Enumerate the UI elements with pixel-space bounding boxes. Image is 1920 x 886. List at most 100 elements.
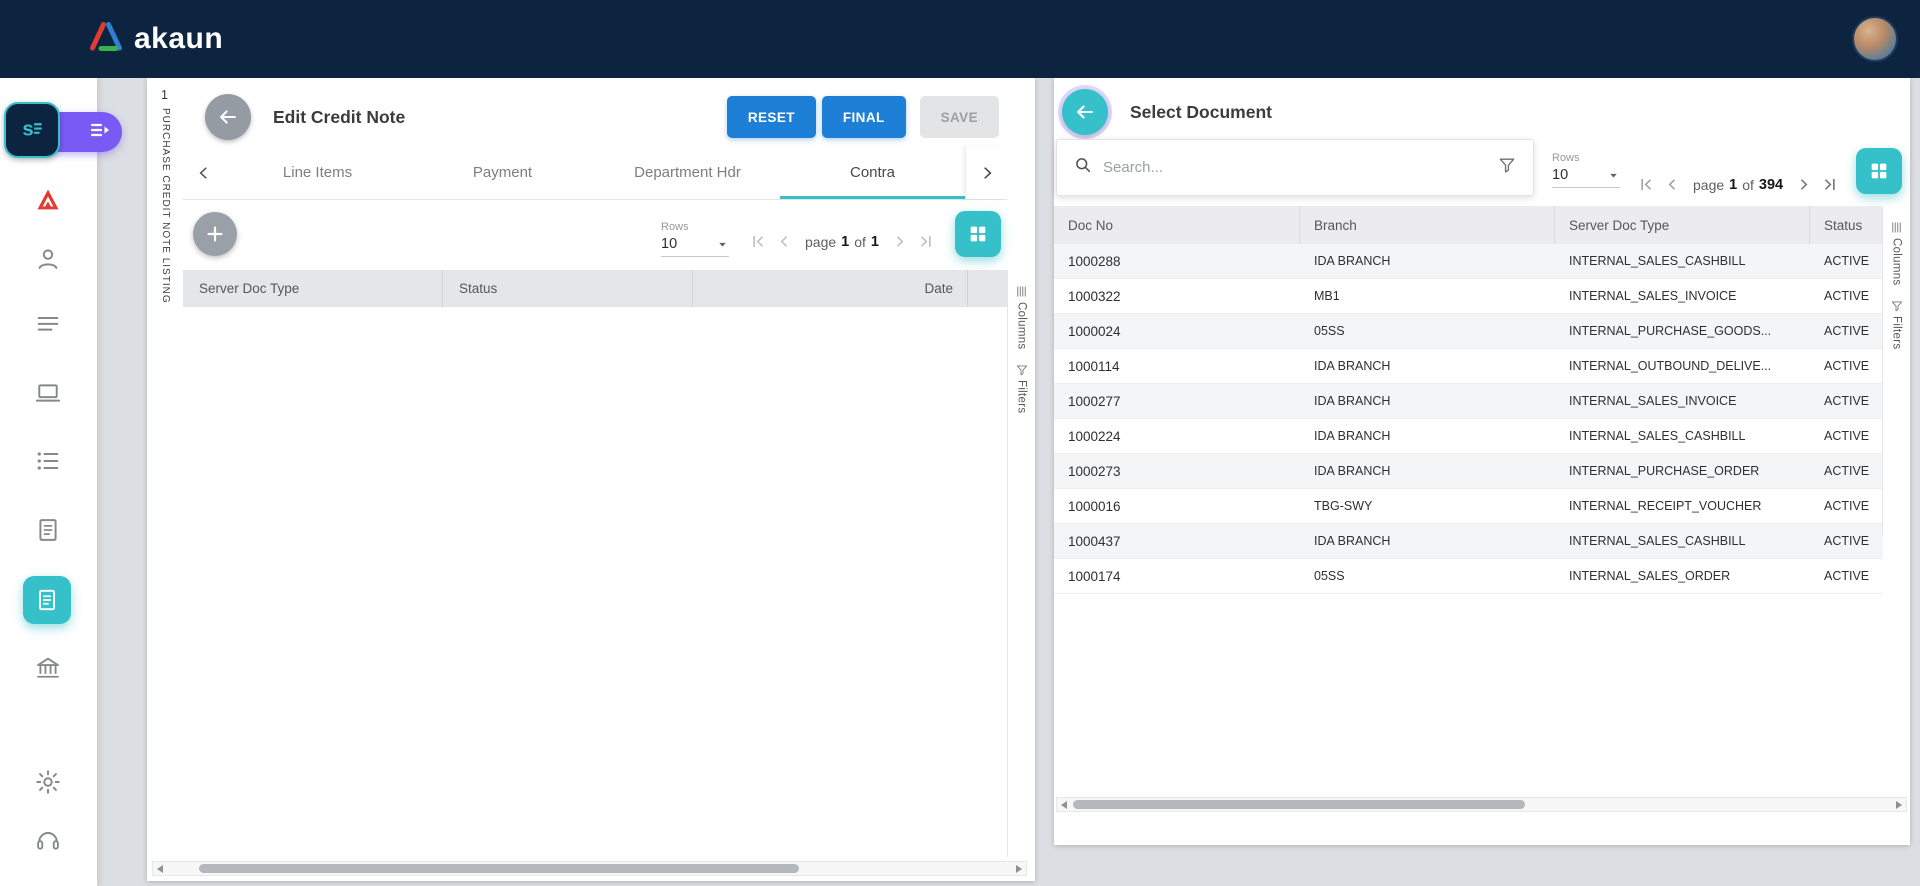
first-page-button[interactable]	[749, 232, 768, 251]
cell-doc-no: 1000224	[1054, 419, 1300, 453]
next-page-button[interactable]	[890, 232, 909, 251]
grid-view-button[interactable]	[1856, 148, 1902, 194]
tabs-scroll-right-icon[interactable]	[965, 146, 1007, 199]
cell-status: ACTIVE	[1810, 314, 1883, 348]
logo-text: akaun	[134, 22, 223, 56]
cell-branch: MB1	[1300, 279, 1555, 313]
scroll-left-arrow[interactable]	[1061, 801, 1067, 809]
left-panel-header: Edit Credit Note RESET FINAL SAVE	[183, 88, 1007, 146]
columns-toggle[interactable]: Columns	[1014, 284, 1029, 349]
tab-bar: Line Items Payment Department Hdr Contra	[183, 146, 1007, 200]
column-header-server-doc-type[interactable]: Server Doc Type	[183, 270, 443, 307]
settings-gear-icon[interactable]	[34, 768, 62, 796]
column-header-doc-no[interactable]: Doc No	[1054, 206, 1300, 244]
cell-server-doc-type: INTERNAL_RECEIPT_VOUCHER	[1555, 489, 1810, 523]
cell-doc-no: 1000273	[1054, 454, 1300, 488]
cell-status: ACTIVE	[1810, 419, 1883, 453]
table-row[interactable]: 1000437 IDA BRANCH INTERNAL_SALES_CASHBI…	[1054, 524, 1883, 559]
credit-note-icon-active[interactable]	[23, 576, 71, 624]
table-row[interactable]: 1000322 MB1 INTERNAL_SALES_INVOICE ACTIV…	[1054, 279, 1883, 314]
search-input[interactable]	[1103, 159, 1487, 176]
table-row[interactable]: 1000288 IDA BRANCH INTERNAL_SALES_CASHBI…	[1054, 244, 1883, 279]
back-button[interactable]	[1062, 89, 1108, 135]
filters-toggle[interactable]: Filters	[1015, 363, 1029, 413]
bullet-list-icon[interactable]	[34, 447, 62, 475]
cell-server-doc-type: INTERNAL_SALES_INVOICE	[1555, 384, 1810, 418]
cell-branch: IDA BRANCH	[1300, 244, 1555, 278]
rows-label: Rows	[661, 221, 729, 233]
prev-page-button[interactable]	[1663, 175, 1682, 194]
filter-icon[interactable]	[1497, 155, 1517, 180]
table-row[interactable]: 1000224 IDA BRANCH INTERNAL_SALES_CASHBI…	[1054, 419, 1883, 454]
save-button[interactable]: SAVE	[920, 96, 999, 138]
column-header-status[interactable]: Status	[1810, 206, 1883, 244]
of-word: of	[1742, 177, 1754, 193]
next-page-button[interactable]	[1794, 175, 1813, 194]
table-row[interactable]: 1000273 IDA BRANCH INTERNAL_PURCHASE_ORD…	[1054, 454, 1883, 489]
table-row[interactable]: 1000016 TBG-SWY INTERNAL_RECEIPT_VOUCHER…	[1054, 489, 1883, 524]
scrollbar-thumb[interactable]	[1073, 800, 1525, 809]
tabs-scroll-left-icon[interactable]	[183, 146, 225, 199]
column-header-server-doc-type[interactable]: Server Doc Type	[1555, 206, 1810, 244]
column-header-branch[interactable]: Branch	[1300, 206, 1555, 244]
scroll-right-arrow[interactable]	[1016, 865, 1022, 873]
page-word: page	[1693, 177, 1724, 193]
left-table-side-controls: Columns Filters	[1007, 270, 1035, 857]
cell-status: ACTIVE	[1810, 279, 1883, 313]
table-row[interactable]: 1000277 IDA BRANCH INTERNAL_SALES_INVOIC…	[1054, 384, 1883, 419]
grid-view-button[interactable]	[955, 211, 1001, 257]
reset-button[interactable]: RESET	[727, 96, 816, 138]
cell-status: ACTIVE	[1810, 349, 1883, 383]
cell-branch: IDA BRANCH	[1300, 454, 1555, 488]
cell-doc-no: 1000322	[1054, 279, 1300, 313]
search-icon	[1073, 155, 1093, 180]
document-icon[interactable]	[34, 516, 62, 544]
column-header-status[interactable]: Status	[443, 270, 693, 307]
filters-toggle[interactable]: Filters	[1890, 299, 1904, 349]
user-avatar[interactable]	[1852, 16, 1898, 62]
panel-title: Edit Credit Note	[273, 107, 405, 128]
final-button[interactable]: FINAL	[822, 96, 906, 138]
column-header-date[interactable]: Date	[693, 270, 967, 307]
rows-label: Rows	[1552, 152, 1620, 164]
cell-status: ACTIVE	[1810, 524, 1883, 558]
lines-list-icon[interactable]	[34, 311, 62, 339]
back-button[interactable]	[205, 94, 251, 140]
last-page-button[interactable]	[916, 232, 935, 251]
menu-expand-icon	[88, 118, 112, 147]
first-page-button[interactable]	[1637, 175, 1656, 194]
scroll-left-arrow[interactable]	[157, 865, 163, 873]
laptop-icon[interactable]	[34, 379, 62, 407]
headset-icon[interactable]	[34, 826, 62, 854]
columns-grip-icon	[1014, 284, 1029, 299]
top-bar: akaun	[0, 0, 1920, 78]
table-row[interactable]: 1000174 05SS INTERNAL_SALES_ORDER ACTIVE	[1054, 559, 1883, 594]
tab-line-items[interactable]: Line Items	[225, 146, 410, 199]
cell-doc-no: 1000288	[1054, 244, 1300, 278]
table-row[interactable]: 1000114 IDA BRANCH INTERNAL_OUTBOUND_DEL…	[1054, 349, 1883, 384]
red-app-icon[interactable]	[34, 186, 62, 214]
cell-server-doc-type: INTERNAL_PURCHASE_GOODS...	[1555, 314, 1810, 348]
ledger-app-button[interactable]: s	[4, 102, 60, 158]
table-row[interactable]: 1000024 05SS INTERNAL_PURCHASE_GOODS... …	[1054, 314, 1883, 349]
scroll-right-arrow[interactable]	[1896, 801, 1902, 809]
prev-page-button[interactable]	[775, 232, 794, 251]
rows-per-page-select[interactable]: Rows 10	[661, 221, 729, 257]
add-row-button[interactable]	[193, 212, 237, 256]
columns-toggle[interactable]: Columns	[1889, 220, 1904, 285]
rows-per-page-select[interactable]: Rows 10	[1552, 152, 1620, 188]
last-page-button[interactable]	[1820, 175, 1839, 194]
horizontal-scrollbar[interactable]	[152, 861, 1027, 876]
listing-vertical-title: PURCHASE CREDIT NOTE LISTING	[160, 108, 171, 304]
horizontal-scrollbar[interactable]	[1056, 797, 1907, 812]
caret-down-icon	[716, 238, 729, 251]
tab-payment[interactable]: Payment	[410, 146, 595, 199]
bank-icon[interactable]	[34, 654, 62, 682]
cell-branch: TBG-SWY	[1300, 489, 1555, 523]
cell-doc-no: 1000024	[1054, 314, 1300, 348]
person-icon[interactable]	[34, 245, 62, 273]
scrollbar-thumb[interactable]	[199, 864, 799, 873]
tab-department-hdr[interactable]: Department Hdr	[595, 146, 780, 199]
app-logo[interactable]: akaun	[88, 21, 223, 58]
tab-contra[interactable]: Contra	[780, 146, 965, 199]
